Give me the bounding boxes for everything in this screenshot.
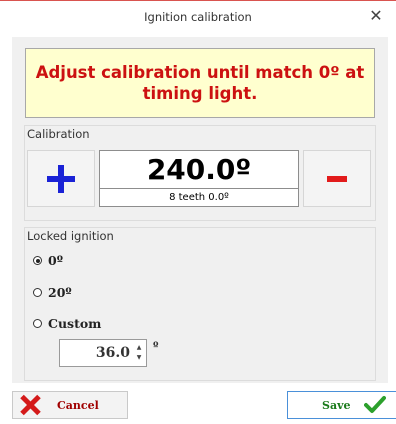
- calibration-detail: 8 teeth 0.0º: [169, 192, 229, 203]
- plus-icon: [47, 164, 75, 193]
- save-button[interactable]: Save: [287, 391, 396, 419]
- radio-label: Custom: [48, 316, 102, 331]
- stepper-up-icon[interactable]: ▲: [134, 343, 144, 353]
- dialog-title: Ignition calibration: [144, 10, 252, 24]
- radio-button[interactable]: [33, 256, 42, 265]
- radio-button[interactable]: [33, 288, 42, 297]
- radio-option-0[interactable]: 0º: [33, 253, 63, 268]
- radio-option-custom[interactable]: Custom: [33, 316, 101, 331]
- custom-value-unit: º: [153, 340, 159, 353]
- dialog-body: Adjust calibration until match 0º at tim…: [12, 37, 388, 383]
- ignition-calibration-dialog: Ignition calibration ✕ Adjust calibratio…: [0, 0, 396, 424]
- cancel-label: Cancel: [57, 398, 99, 412]
- custom-value-stepper[interactable]: 36.0 ▲ ▼: [59, 339, 147, 367]
- radio-button[interactable]: [33, 319, 42, 328]
- calibration-label: Calibration: [27, 127, 90, 141]
- dialog-footer: Cancel Save: [0, 383, 396, 424]
- decrease-button[interactable]: [303, 150, 371, 207]
- cancel-x-icon: [19, 394, 41, 416]
- locked-ignition-group: Locked ignition 0º 20º Custom 36.0 ▲ ▼ º: [24, 227, 376, 381]
- radio-label: 0º: [48, 253, 63, 268]
- cancel-button[interactable]: Cancel: [12, 391, 128, 419]
- calibration-display: 240.0º 8 teeth 0.0º: [99, 150, 299, 207]
- radio-label: 20º: [48, 285, 72, 300]
- calibration-group: Calibration 240.0º 8 teeth 0.0º: [24, 125, 376, 221]
- locked-ignition-label: Locked ignition: [27, 229, 114, 243]
- save-label: Save: [322, 398, 351, 412]
- minus-icon: [327, 175, 347, 182]
- instruction-banner: Adjust calibration until match 0º at tim…: [25, 48, 375, 118]
- calibration-value: 240.0º: [100, 151, 298, 189]
- close-icon[interactable]: ✕: [366, 6, 386, 26]
- title-bar: Ignition calibration ✕: [0, 1, 396, 37]
- stepper-down-icon[interactable]: ▼: [134, 353, 144, 363]
- increase-button[interactable]: [27, 150, 95, 207]
- radio-option-20[interactable]: 20º: [33, 285, 72, 300]
- stepper-arrows[interactable]: ▲ ▼: [134, 343, 144, 363]
- checkmark-icon: [364, 395, 387, 415]
- custom-value-input[interactable]: 36.0: [96, 340, 130, 366]
